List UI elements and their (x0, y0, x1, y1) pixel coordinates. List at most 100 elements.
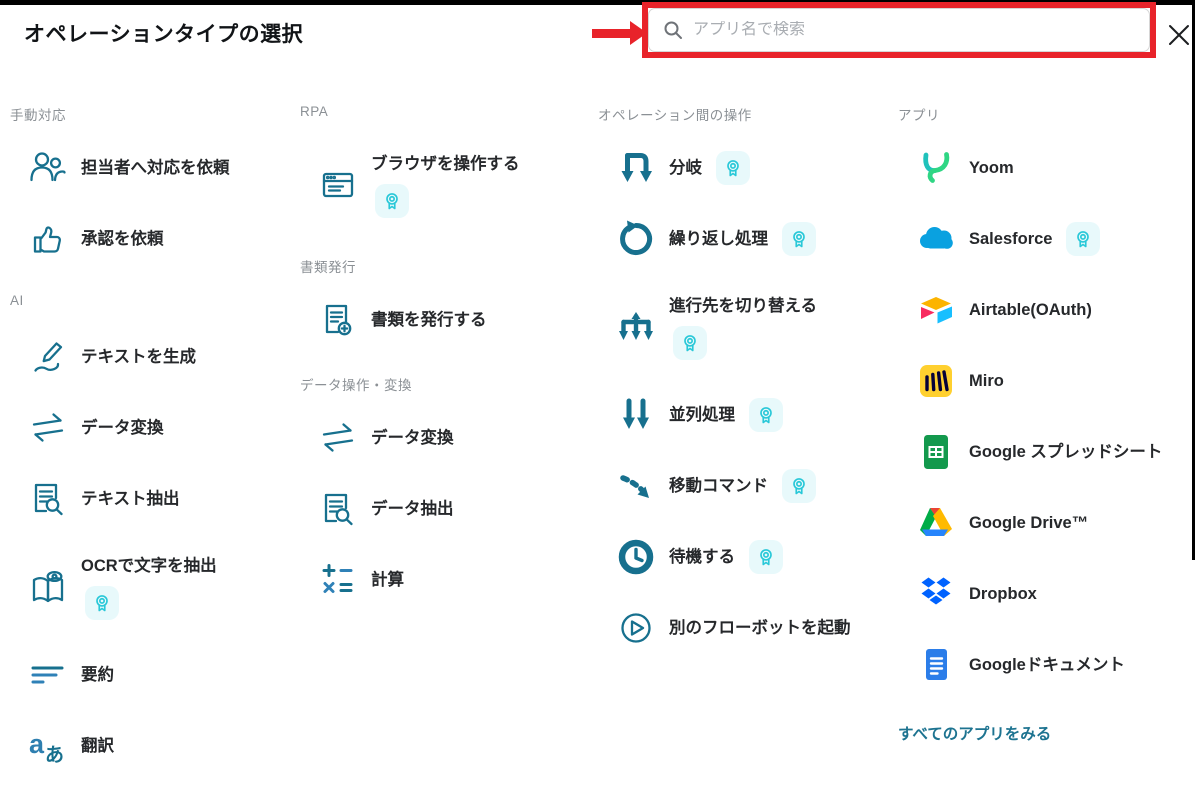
operation-item-data-convert[interactable]: データ変換 (10, 406, 288, 450)
item-label: 担当者へ対応を依頼 (81, 158, 230, 177)
miro-logo-icon (916, 361, 956, 401)
section-title-rpa: RPA (300, 104, 329, 119)
item-label: テキストを生成 (81, 347, 197, 366)
annotation-highlight-box (642, 2, 1156, 58)
document-search-icon (318, 489, 358, 529)
operation-item-repeat[interactable]: 繰り返し処理 (598, 217, 896, 261)
item-label: Googleドキュメント (969, 655, 1125, 674)
people-icon (28, 148, 68, 188)
app-item-yoom[interactable]: Yoom (898, 146, 1188, 190)
svg-text:a: a (29, 729, 45, 759)
operation-item-wait[interactable]: 待機する (598, 535, 896, 579)
section-title-ai: AI (10, 293, 24, 308)
google-sheets-logo-icon (916, 432, 956, 472)
operation-item-generate-text[interactable]: テキストを生成 (10, 335, 288, 379)
section-title-dataops: データ操作・変換 (300, 378, 412, 393)
repeat-loop-icon (616, 219, 656, 259)
item-label: 別のフローボットを起動 (669, 618, 851, 637)
switch-path-icon (616, 307, 656, 347)
item-label: 繰り返し処理 (669, 229, 768, 248)
swap-arrows-icon (318, 418, 358, 458)
operation-item-launch-flowbot[interactable]: 別のフローボットを起動 (598, 606, 896, 650)
search-input[interactable] (693, 21, 1113, 39)
app-item-miro[interactable]: Miro (898, 359, 1188, 403)
section-title-apps: アプリ (898, 108, 940, 123)
section-title-manual: 手動対応 (10, 108, 66, 123)
certified-badge-icon (782, 469, 816, 503)
item-label: Google スプレッドシート (969, 442, 1163, 461)
svg-text:あ: あ (45, 744, 64, 766)
wait-clock-icon (616, 537, 656, 577)
see-all-apps-link[interactable]: すべてのアプリをみる (898, 722, 1051, 744)
dropbox-logo-icon (916, 574, 956, 614)
operation-item-data-convert-2[interactable]: データ変換 (300, 416, 592, 460)
item-label: Dropbox (969, 584, 1037, 603)
item-label: 書類を発行する (371, 310, 487, 329)
section-title-document-issue: 書類発行 (300, 260, 356, 275)
branch-icon (616, 148, 656, 188)
column-rpa-docs-dataops: RPA ブラウザを操作する 書類発行 書類を発行する データ操作・変換 データ変… (300, 104, 592, 629)
item-label: 翻訳 (81, 736, 114, 755)
operation-item-calc[interactable]: 計算 (300, 558, 592, 602)
item-label: データ変換 (371, 428, 454, 447)
item-label: Airtable(OAuth) (969, 300, 1092, 319)
operation-type-select-modal: オペレーションタイプの選択 手動対応 担当者へ対応を依頼 (0, 0, 1195, 797)
yoom-logo-icon (916, 148, 956, 188)
page-title: オペレーションタイプの選択 (24, 23, 304, 46)
app-item-google-sheets[interactable]: Google スプレッドシート (898, 430, 1188, 474)
operation-item-request-approval[interactable]: 承認を依頼 (10, 217, 288, 261)
operation-item-text-extract[interactable]: テキスト抽出 (10, 477, 288, 521)
app-item-salesforce[interactable]: Salesforce (898, 217, 1188, 261)
close-icon[interactable] (1162, 18, 1195, 52)
operation-item-issue-document[interactable]: 書類を発行する (300, 298, 592, 342)
item-label: 進行先を切り替える (669, 297, 818, 316)
certified-badge-icon (375, 183, 409, 218)
item-label: 計算 (371, 570, 404, 589)
swap-arrows-icon (28, 408, 68, 448)
app-item-google-docs[interactable]: Googleドキュメント (898, 643, 1188, 687)
calculator-icon (318, 560, 358, 600)
search-box[interactable] (648, 8, 1150, 52)
item-label: Google Drive™ (969, 513, 1089, 532)
salesforce-logo-icon (916, 219, 956, 259)
item-label: データ抽出 (371, 499, 454, 518)
item-label: OCRで文字を抽出 (81, 557, 217, 576)
document-add-icon (318, 300, 358, 340)
app-item-airtable[interactable]: Airtable(OAuth) (898, 288, 1188, 332)
app-item-google-drive[interactable]: Google Drive™ (898, 501, 1188, 545)
operation-item-ocr[interactable]: OCRで文字を抽出 (10, 548, 288, 626)
operation-item-parallel[interactable]: 並列処理 (598, 393, 896, 437)
browser-icon (318, 165, 358, 205)
item-label: 分岐 (669, 158, 702, 177)
operation-item-translate[interactable]: a あ 翻訳 (10, 724, 288, 768)
search-icon (664, 21, 682, 39)
operation-item-browser[interactable]: ブラウザを操作する (300, 146, 592, 224)
operation-item-move-command[interactable]: 移動コマンド (598, 464, 896, 508)
operation-item-request-staff[interactable]: 担当者へ対応を依頼 (10, 146, 288, 190)
column-flow-operations: オペレーション間の操作 分岐 繰り返し処理 進行先を切り替える 並列処理 移動コ… (598, 104, 896, 677)
item-label: 待機する (669, 547, 735, 566)
certified-badge-icon (85, 585, 119, 620)
operation-item-summary[interactable]: 要約 (10, 653, 288, 697)
summary-lines-icon (28, 655, 68, 695)
item-label: 承認を依頼 (81, 229, 164, 248)
book-eye-icon (28, 567, 68, 607)
certified-badge-icon (673, 325, 707, 360)
certified-badge-icon (749, 540, 783, 574)
item-label: Miro (969, 371, 1004, 390)
annotation-arrow (592, 29, 634, 38)
google-drive-logo-icon (916, 503, 956, 543)
certified-badge-icon (782, 222, 816, 256)
operation-item-data-extract[interactable]: データ抽出 (300, 487, 592, 531)
item-label: 要約 (81, 665, 114, 684)
google-docs-logo-icon (916, 645, 956, 685)
operation-item-branch[interactable]: 分岐 (598, 146, 896, 190)
airtable-logo-icon (916, 290, 956, 330)
operation-item-switch-path[interactable]: 進行先を切り替える (598, 288, 896, 366)
move-command-icon (616, 466, 656, 506)
certified-badge-icon (1066, 222, 1101, 256)
thumbs-up-icon (28, 219, 68, 259)
generate-text-icon (28, 337, 68, 377)
section-title-flow-ops: オペレーション間の操作 (598, 108, 752, 123)
app-item-dropbox[interactable]: Dropbox (898, 572, 1188, 616)
